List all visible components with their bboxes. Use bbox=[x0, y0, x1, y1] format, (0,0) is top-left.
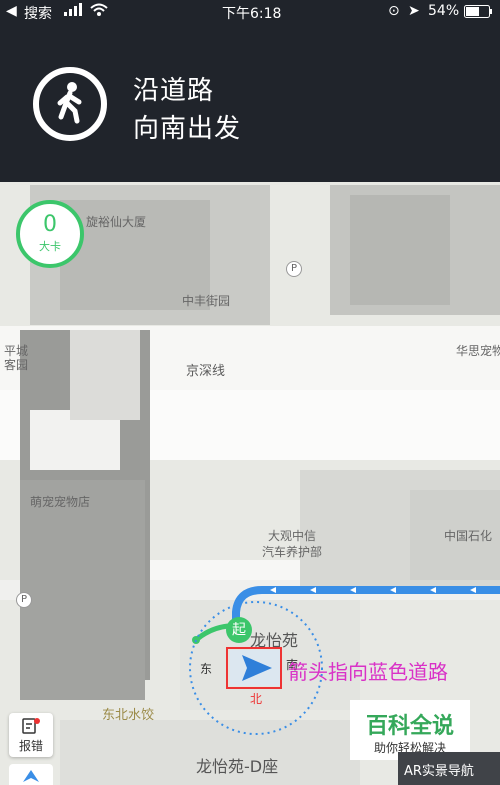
watermark-logo: 百科全说 助你轻松解决 bbox=[350, 700, 470, 760]
map-label: 客园 bbox=[4, 358, 29, 372]
instruction-road: 沿道路 bbox=[133, 76, 215, 106]
ar-navigation-button[interactable]: AR实景导航 bbox=[398, 752, 500, 785]
calorie-unit: 大卡 bbox=[39, 240, 61, 253]
status-bar: ◀ 搜索 下午6:18 ⊙ ➤ 54% bbox=[0, 0, 500, 24]
map-label: 中国石化 bbox=[444, 529, 493, 543]
ar-navigation-label: AR实景导航 bbox=[404, 764, 474, 779]
parking-icon: P bbox=[16, 592, 32, 608]
pedestrian-icon bbox=[33, 67, 107, 141]
back-chevron-icon[interactable]: ◀ bbox=[6, 3, 17, 19]
report-error-label: 报错 bbox=[18, 739, 43, 753]
instruction-direction: 向南出发 bbox=[133, 114, 242, 144]
watermark-title: 百科全说 bbox=[365, 714, 454, 739]
calorie-value: 0 bbox=[43, 212, 57, 237]
locate-icon bbox=[23, 770, 39, 782]
road-label: 京深线 bbox=[186, 364, 226, 379]
map-label: 东北水饺 bbox=[102, 708, 155, 723]
map-label: 大观中信 bbox=[268, 529, 317, 543]
signal-icon bbox=[64, 3, 84, 21]
map-label: 中丰街园 bbox=[182, 294, 231, 308]
annotation-text: 箭头指向蓝色道路 bbox=[288, 660, 448, 684]
location-arrow-icon: ➤ bbox=[408, 3, 420, 19]
guidance-banner: 沿道路 向南出发 bbox=[0, 24, 500, 182]
navigation-screen: ◀ 搜索 下午6:18 ⊙ ➤ 54% 沿道路 向南出发 旋裕仙大厦 P 中丰街… bbox=[0, 0, 500, 785]
compass-north: 北 bbox=[250, 692, 263, 706]
calorie-badge: 0 大卡 bbox=[16, 200, 84, 268]
locate-button[interactable] bbox=[9, 764, 53, 785]
map-label: 旋裕仙大厦 bbox=[86, 215, 147, 229]
map-label: 汽车养护部 bbox=[262, 545, 323, 559]
map-label: 萌宠宠物店 bbox=[30, 495, 91, 509]
battery-icon bbox=[464, 5, 494, 23]
wifi-icon bbox=[90, 3, 108, 21]
report-error-button[interactable]: 报错 bbox=[9, 713, 53, 757]
compass-east: 东 bbox=[200, 662, 213, 676]
rotation-lock-icon: ⊙ bbox=[388, 3, 400, 19]
parking-icon: P bbox=[286, 261, 302, 277]
report-icon bbox=[22, 718, 40, 734]
map-label: 华思宠物 bbox=[456, 344, 500, 358]
battery-percent: 54% bbox=[428, 3, 460, 19]
map-view[interactable]: 旋裕仙大厦 P 中丰街园 平城 客园 华思宠物 京深线 萌宠宠物店 大观中信 汽… bbox=[0, 182, 500, 785]
annotation-highlight-box bbox=[226, 647, 282, 689]
back-app-label[interactable]: 搜索 bbox=[24, 3, 52, 23]
start-marker: 起 bbox=[226, 617, 252, 643]
clock: 下午6:18 bbox=[222, 6, 282, 22]
map-label: 龙怡苑-D座 bbox=[196, 757, 279, 776]
